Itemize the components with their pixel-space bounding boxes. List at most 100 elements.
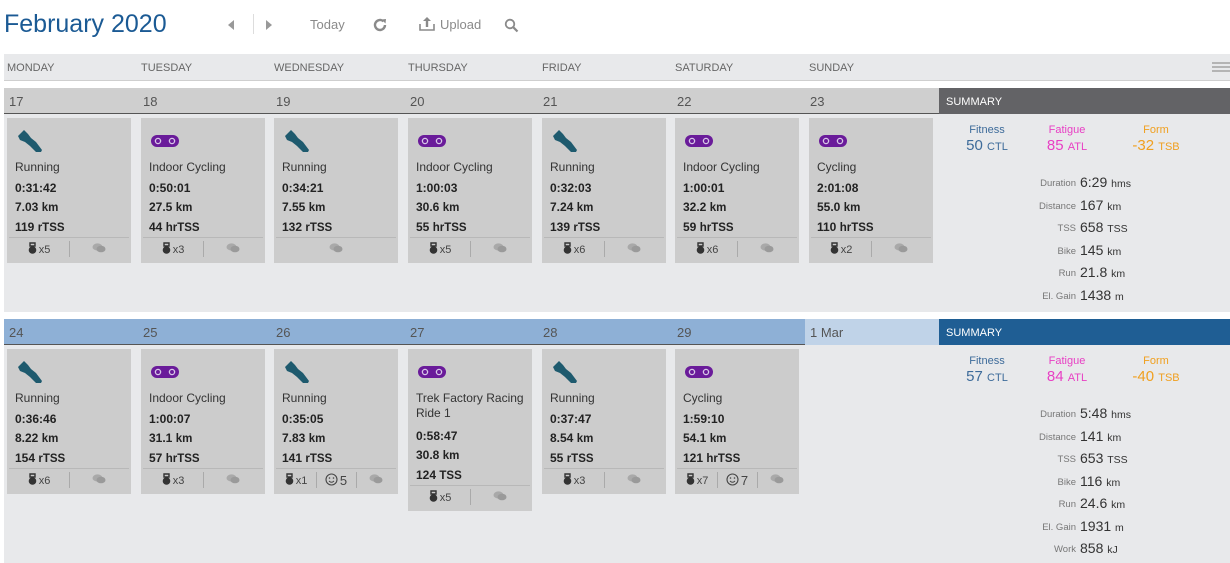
summary-value: 21.8 km xyxy=(1080,264,1125,280)
form-unit: TSB xyxy=(1158,141,1180,153)
kettlebell-button[interactable]: x6 xyxy=(544,238,604,261)
activity-card[interactable]: Running 0:37:47 8.54 km 55 rTSS x3 xyxy=(542,349,666,494)
weekday-label: TUESDAY xyxy=(141,62,193,74)
footer-count: 7 xyxy=(740,473,749,488)
upload-label: Upload xyxy=(440,16,482,32)
kettlebell-icon xyxy=(28,242,37,257)
refresh-button[interactable] xyxy=(372,17,390,35)
today-button[interactable]: Today xyxy=(310,17,345,32)
activity-stats: 0:31:42 7.03 km 119 rTSS xyxy=(15,179,65,238)
tss-value: 124 xyxy=(416,468,437,482)
activity-card[interactable]: Running 0:36:46 8.22 km 154 rTSS x6 xyxy=(7,349,131,494)
footer-count: x6 xyxy=(38,474,51,487)
activity-stats: 0:35:05 7.83 km 141 rTSS xyxy=(282,410,332,469)
summary-number: 653 xyxy=(1080,450,1104,466)
activity-card[interactable]: Running 0:34:21 7.55 km 132 rTSS xyxy=(274,118,398,263)
activity-card[interactable]: Cycling 1:59:10 54.1 km 121 hrTSS x7 7 xyxy=(675,349,799,494)
upload-button[interactable]: Upload xyxy=(419,16,481,32)
comment-button[interactable] xyxy=(757,469,797,492)
activity-card[interactable]: Running 0:35:05 7.83 km 141 rTSS x1 5 xyxy=(274,349,398,494)
summary-row: Bike 116 km xyxy=(939,473,1230,495)
activity-card[interactable]: Indoor Cycling 1:00:03 30.6 km 55 hrTSS x5 xyxy=(408,118,532,263)
tss-value: 55 xyxy=(550,451,564,465)
summary-label: TSS xyxy=(1057,223,1076,234)
distance-value: 32.2 xyxy=(683,200,707,214)
summary-unit: TSS xyxy=(1107,223,1128,235)
kettlebell-button[interactable]: x3 xyxy=(544,469,604,492)
previous-button[interactable] xyxy=(228,17,240,33)
summary-unit: hms xyxy=(1111,409,1131,421)
form-unit: TSB xyxy=(1158,372,1180,384)
summary-row: El. Gain 1438 m xyxy=(939,287,1230,309)
footer-count: x6 xyxy=(706,243,719,256)
summary-value: 1931 m xyxy=(1080,518,1124,534)
distance-unit: km xyxy=(308,433,326,445)
activity-duration: 1:00:01 xyxy=(683,181,725,195)
comment-button[interactable] xyxy=(276,238,396,261)
smiley-button[interactable]: 7 xyxy=(717,469,757,492)
activity-card[interactable]: Indoor Cycling 1:00:01 32.2 km 59 hrTSS x6 xyxy=(675,118,799,263)
summary-row: Run 24.6 km xyxy=(939,495,1230,517)
comment-icon xyxy=(329,243,343,256)
kettlebell-button[interactable]: x3 xyxy=(143,469,203,492)
distance-value: 8.22 xyxy=(15,431,39,445)
form-label: Form xyxy=(1143,124,1169,136)
activity-card[interactable]: Trek Factory Racing Ride 1 0:58:47 30.8 km… xyxy=(408,349,532,511)
activity-card[interactable]: Running 0:32:03 7.24 km 139 rTSS x6 xyxy=(542,118,666,263)
comment-button[interactable] xyxy=(871,238,931,261)
kettlebell-button[interactable]: x5 xyxy=(410,238,470,261)
kettlebell-button[interactable]: x5 xyxy=(9,238,69,261)
kettlebell-button[interactable]: x2 xyxy=(811,238,871,261)
activity-card[interactable]: Indoor Cycling 0:50:01 27.5 km 44 hrTSS x3 xyxy=(141,118,265,263)
summary-label: El. Gain xyxy=(1042,521,1076,533)
kettlebell-button[interactable]: x6 xyxy=(677,238,737,261)
summary-label: Distance xyxy=(1039,200,1076,212)
activity-footer: x6 xyxy=(544,237,664,261)
comment-button[interactable] xyxy=(604,238,664,261)
comment-button[interactable] xyxy=(470,486,530,509)
tss-unit: rTSS xyxy=(566,453,594,465)
activity-duration: 1:59:10 xyxy=(683,412,725,426)
fatigue-value: 84 ATL xyxy=(1027,368,1107,385)
comment-button[interactable] xyxy=(69,238,129,261)
footer-count: x3 xyxy=(172,474,185,487)
activity-card[interactable]: Running 0:31:42 7.03 km 119 rTSS x5 xyxy=(7,118,131,263)
summary-number: 141 xyxy=(1080,427,1104,444)
kettlebell-button[interactable]: x3 xyxy=(143,238,203,261)
year-label: 2020 xyxy=(111,10,167,38)
kettlebell-button[interactable]: x1 xyxy=(276,469,316,492)
next-button[interactable] xyxy=(266,17,278,33)
smiley-button[interactable]: 5 xyxy=(316,469,356,492)
summary-row: Run 21.8 km xyxy=(939,264,1230,286)
activity-stats: 0:36:46 8.22 km 154 rTSS xyxy=(15,410,65,469)
activity-footer: x5 xyxy=(410,485,530,509)
comment-button[interactable] xyxy=(203,469,263,492)
activity-tss: 119 rTSS xyxy=(15,218,65,238)
comment-button[interactable] xyxy=(203,238,263,261)
comment-icon xyxy=(627,243,641,256)
comment-button[interactable] xyxy=(470,238,530,261)
tss-unit: hrTSS xyxy=(165,453,200,465)
summary-row: Duration 6:29 hms xyxy=(939,174,1230,196)
activity-card[interactable]: Indoor Cycling 1:00:07 31.1 km 57 hrTSS x3 xyxy=(141,349,265,494)
search-button[interactable] xyxy=(504,18,520,34)
form-label: Form xyxy=(1143,355,1169,367)
menu-icon[interactable] xyxy=(1212,62,1230,74)
comment-icon xyxy=(369,474,383,487)
summary-value: 167 km xyxy=(1080,197,1121,213)
comment-button[interactable] xyxy=(737,238,797,261)
summary-value: 116 km xyxy=(1080,473,1120,489)
comment-button[interactable] xyxy=(604,469,664,492)
kettlebell-button[interactable]: x6 xyxy=(9,469,69,492)
weekday-label: THURSDAY xyxy=(408,62,468,74)
comment-button[interactable] xyxy=(69,469,129,492)
comment-button[interactable] xyxy=(356,469,396,492)
day-number: 1 Mar xyxy=(810,325,844,340)
upload-icon xyxy=(419,17,435,31)
activity-tss: 55 rTSS xyxy=(550,449,594,469)
activity-card[interactable]: Cycling 2:01:08 55.0 km 110 hrTSS x2 xyxy=(809,118,933,263)
summary-number: 1438 xyxy=(1080,286,1112,303)
kettlebell-button[interactable]: x5 xyxy=(410,486,470,509)
kettlebell-button[interactable]: x7 xyxy=(677,469,717,492)
running-shoe-icon xyxy=(551,359,579,390)
